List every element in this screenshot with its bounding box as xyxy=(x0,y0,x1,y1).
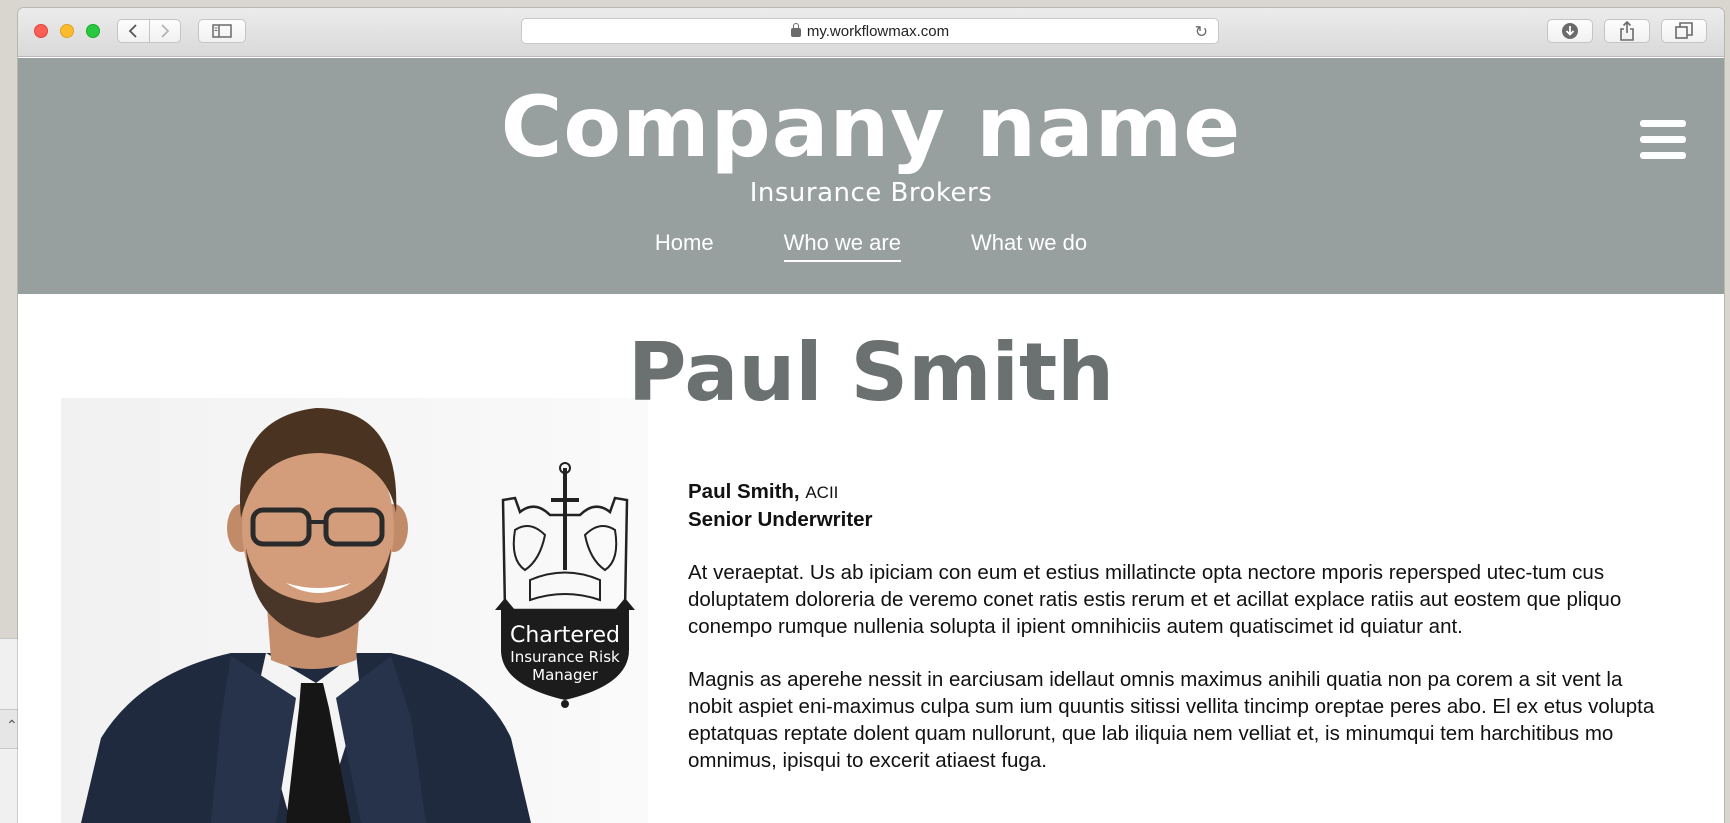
badge-line-1: Chartered xyxy=(509,623,621,648)
profile-role: Senior Underwriter xyxy=(688,508,873,531)
nav-link-who-we-are[interactable]: Who we are xyxy=(783,230,901,262)
close-window-button[interactable] xyxy=(34,24,48,38)
bio-paragraph-2: Magnis as aperehe nessit in earciusam id… xyxy=(688,668,1655,772)
zoom-window-button[interactable] xyxy=(86,24,100,38)
bio-paragraph-1: At veraeptat. Us ab ipiciam con eum et e… xyxy=(688,561,1622,638)
tabs-overview-button[interactable] xyxy=(1661,19,1707,43)
profile-name-line: Paul Smith, ACII xyxy=(688,478,1668,506)
company-tagline: Insurance Brokers xyxy=(749,178,993,208)
sidebar-toggle-button[interactable] xyxy=(198,19,246,43)
back-button[interactable] xyxy=(118,20,149,42)
tabs-icon xyxy=(1675,22,1693,39)
address-bar[interactable]: my.workflowmax.com ↻ xyxy=(521,18,1219,44)
company-name[interactable]: Company name xyxy=(18,78,1724,176)
chevron-left-icon xyxy=(128,24,137,38)
nav-link-home[interactable]: Home xyxy=(655,230,714,262)
background-window-edge: ⌃ xyxy=(0,638,18,823)
chevron-updown-icon: ⌃ xyxy=(6,717,18,733)
profile-name: Paul Smith, xyxy=(688,480,800,503)
share-icon xyxy=(1620,21,1634,41)
profile-bio: Paul Smith, ACII Senior Underwriter At v… xyxy=(688,478,1668,774)
minimize-window-button[interactable] xyxy=(60,24,74,38)
forward-button[interactable] xyxy=(148,20,181,42)
nav-link-what-we-do[interactable]: What we do xyxy=(971,230,1087,262)
main-content: Chartered Insurance Risk Manager Paul Sm… xyxy=(18,294,1724,823)
badge-line-2: Insurance Risk xyxy=(510,648,620,666)
browser-window: my.workflowmax.com ↻ Company name Insura… xyxy=(18,8,1724,823)
site-header: Company name Insurance Brokers Home Who … xyxy=(18,58,1724,294)
badge-line-3: Manager xyxy=(532,666,598,684)
sidebar-icon xyxy=(212,24,232,38)
share-button[interactable] xyxy=(1604,19,1650,43)
browser-toolbar: my.workflowmax.com ↻ xyxy=(18,8,1724,57)
chevron-right-icon xyxy=(161,24,170,38)
site-nav: Home Who we are What we do xyxy=(18,230,1724,262)
history-nav xyxy=(117,19,181,43)
url-text: my.workflowmax.com xyxy=(806,22,950,40)
download-icon xyxy=(1562,23,1578,39)
reload-icon[interactable]: ↻ xyxy=(1195,22,1208,42)
hamburger-menu-icon[interactable] xyxy=(1640,120,1686,160)
profile-heading: Paul Smith xyxy=(627,326,1115,419)
downloads-button[interactable] xyxy=(1547,19,1593,43)
profile-credential: ACII xyxy=(805,483,839,502)
lock-icon xyxy=(790,22,801,37)
